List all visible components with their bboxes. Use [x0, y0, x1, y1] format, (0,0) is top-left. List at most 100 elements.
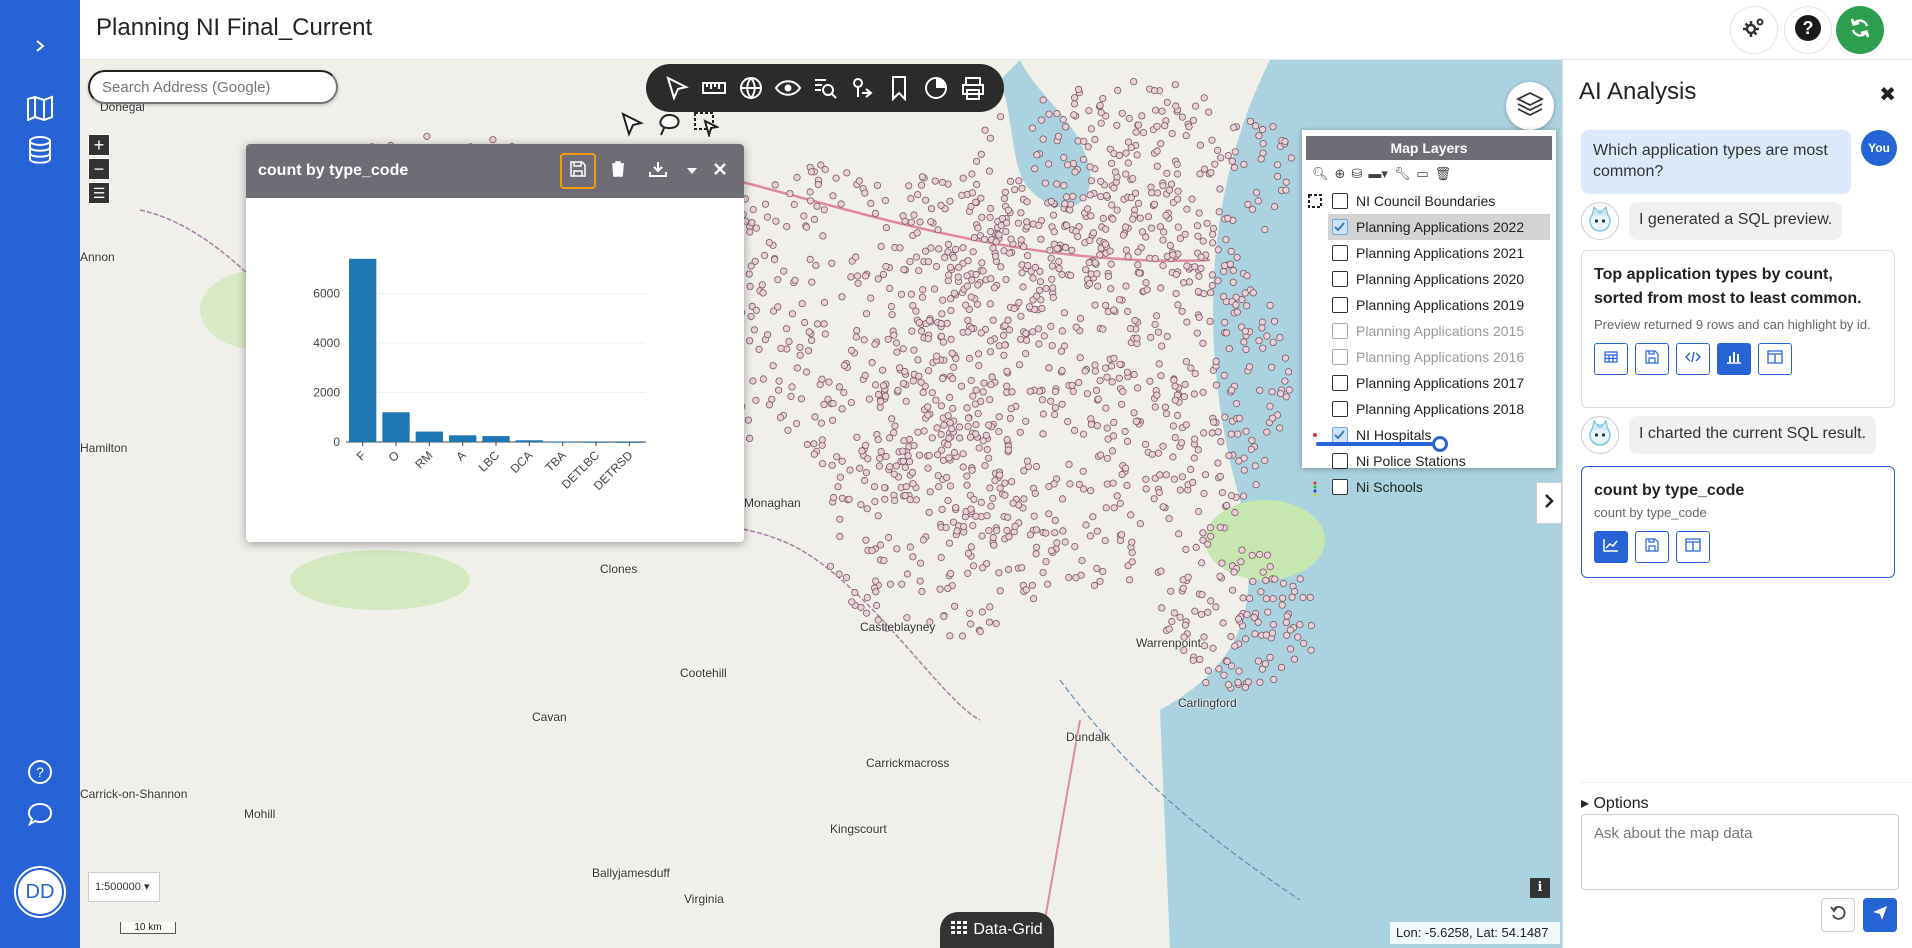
globe-icon[interactable] [737, 74, 765, 102]
add-layer-icon[interactable]: ⊕ [1335, 166, 1346, 182]
layer-checkbox[interactable] [1332, 453, 1348, 469]
layer-row[interactable]: Planning Applications 2022 [1328, 214, 1550, 240]
map-canvas[interactable]: Donegal Hamilton Carrick-on-Shannon Mohi… [80, 60, 1562, 948]
zoom-in-button[interactable]: + [88, 134, 110, 156]
zoom-out-button[interactable]: − [88, 158, 110, 180]
bar-F[interactable] [349, 258, 377, 442]
layer-row[interactable]: Planning Applications 2016 [1302, 344, 1556, 370]
slider-knob[interactable] [1432, 436, 1448, 452]
layer-checkbox[interactable] [1332, 193, 1348, 209]
map-icon[interactable] [24, 92, 56, 124]
options-toggle[interactable]: ▸ Options [1581, 782, 1911, 813]
help-icon[interactable]: ? [24, 756, 56, 788]
expand-chevron-icon[interactable] [24, 30, 56, 62]
layer-checkbox[interactable] [1332, 245, 1348, 261]
bar-LBC[interactable] [482, 436, 510, 442]
folder-icon[interactable]: ▬▾ [1368, 166, 1388, 182]
code-view-button[interactable] [1676, 343, 1710, 375]
layer-row[interactable]: Planning Applications 2017 [1302, 370, 1556, 396]
place-label: Mohill [244, 807, 276, 821]
layer-checkbox[interactable] [1332, 323, 1348, 339]
card-subtitle: count by type_code [1594, 505, 1707, 520]
chat-icon[interactable] [24, 798, 56, 830]
layer-checkbox[interactable] [1332, 479, 1348, 495]
pointer-select-icon[interactable] [619, 111, 645, 142]
box-select-icon[interactable] [693, 111, 720, 142]
legend-list-button[interactable]: ☰ [88, 182, 110, 204]
search-icon[interactable]: 🔍︎ [1312, 166, 1329, 182]
measure-icon[interactable] [700, 74, 728, 102]
reset-button[interactable] [1821, 898, 1855, 932]
data-grid-button[interactable]: Data-Grid [940, 912, 1054, 948]
layer-checkbox[interactable] [1332, 401, 1348, 417]
download-chart-button[interactable] [640, 153, 676, 189]
bar-O[interactable] [382, 412, 410, 442]
bookmark-icon[interactable] [885, 74, 913, 102]
layer-row[interactable]: Planning Applications 2021 [1302, 240, 1556, 266]
comment-icon[interactable]: ▭ [1416, 166, 1428, 182]
layers-toggle-button[interactable] [1506, 82, 1554, 130]
split-view-button[interactable] [1758, 343, 1792, 375]
layer-row[interactable]: NI Council Boundaries [1302, 188, 1556, 214]
layer-row[interactable]: Planning Applications 2015 [1302, 318, 1556, 344]
layer-label: Planning Applications 2019 [1356, 297, 1525, 313]
expand-panel-button[interactable] [1536, 482, 1562, 524]
bar-A[interactable] [449, 435, 477, 442]
info-icon[interactable]: i [1530, 878, 1550, 898]
left-rail: ? DD [0, 0, 80, 948]
print-icon[interactable] [959, 74, 987, 102]
layer-row[interactable]: Planning Applications 2018 [1302, 396, 1556, 422]
refresh-button[interactable] [1836, 6, 1884, 54]
layer-row[interactable]: Ni Police Stations [1302, 448, 1556, 474]
layer-checkbox[interactable] [1332, 219, 1348, 235]
pie-chart-icon[interactable] [922, 74, 950, 102]
close-panel-button[interactable]: ✖ [1879, 82, 1896, 107]
address-search-input[interactable] [88, 70, 338, 104]
line-chart-button[interactable] [1594, 531, 1628, 563]
app-header: Planning NI Final_Current ? [80, 0, 1912, 60]
layer-checkbox[interactable] [1332, 297, 1348, 313]
delete-chart-button[interactable] [600, 153, 636, 189]
layer-checkbox[interactable] [1332, 427, 1348, 443]
card-subtitle: Preview returned 9 rows and can highligh… [1594, 317, 1871, 332]
place-label: Carrick-on-Shannon [80, 787, 188, 801]
send-button[interactable] [1863, 898, 1897, 932]
save-button[interactable] [1635, 531, 1669, 563]
layer-checkbox[interactable] [1332, 271, 1348, 287]
settings-button[interactable] [1730, 6, 1778, 54]
lasso-select-icon[interactable] [656, 111, 682, 142]
table-icon [1604, 350, 1618, 368]
bar-chart: 0200040006000F O RM A LBC DCA TBADETLBCDETRSD [313, 258, 646, 493]
place-label: Carrickmacross [866, 756, 950, 770]
trash-icon[interactable]: 🗑︎ [1435, 166, 1452, 182]
layer-row[interactable]: Ni Schools [1302, 474, 1556, 500]
user-avatar[interactable]: DD [16, 868, 64, 916]
map-toolbar [646, 64, 1004, 112]
bar-DCA[interactable] [515, 440, 543, 442]
database-icon[interactable] [24, 134, 56, 166]
pin-route-icon[interactable] [848, 74, 876, 102]
layer-row[interactable]: Planning Applications 2019 [1302, 292, 1556, 318]
place-label: Clones [600, 562, 638, 576]
opacity-slider[interactable] [1316, 436, 1448, 452]
ask-input[interactable] [1581, 814, 1899, 890]
search-zoom-icon[interactable] [811, 74, 839, 102]
layer-checkbox[interactable] [1332, 375, 1348, 391]
help-button[interactable]: ? [1784, 6, 1832, 54]
place-label: Dundalk [1066, 730, 1111, 744]
wrench-icon[interactable]: 🔧︎ [1394, 166, 1411, 182]
svg-text:?: ? [36, 764, 44, 780]
layer-row[interactable]: Planning Applications 2020 [1302, 266, 1556, 292]
eye-icon[interactable] [774, 74, 802, 102]
select-icon[interactable] [663, 74, 691, 102]
layer-checkbox[interactable] [1332, 349, 1348, 365]
chart-view-button[interactable] [1717, 343, 1751, 375]
bar-RM[interactable] [415, 431, 443, 442]
save-button[interactable] [1635, 343, 1669, 375]
scale-select[interactable]: 1:500000 ▾ [88, 872, 160, 902]
close-chart-button[interactable] [702, 153, 738, 189]
database-icon[interactable]: ⛁ [1351, 166, 1362, 182]
table-view-button[interactable] [1594, 343, 1628, 375]
save-chart-button[interactable] [560, 153, 596, 189]
split-view-button[interactable] [1676, 531, 1710, 563]
